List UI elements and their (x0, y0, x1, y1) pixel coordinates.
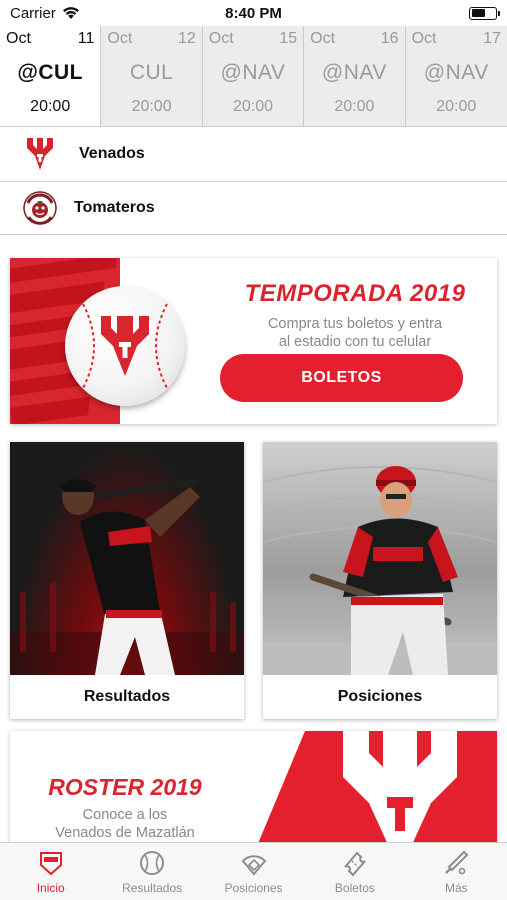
baseball-icon (140, 851, 165, 875)
tab-inicio[interactable]: Inicio (0, 843, 101, 900)
baseball-logo-icon (65, 286, 185, 406)
game-card[interactable]: Oct 16 @NAV 20:00 (304, 26, 406, 126)
field-icon (241, 855, 266, 876)
game-opponent: @CUL (17, 61, 84, 84)
game-month: Oct (310, 30, 336, 47)
promo-subtitle: Compra tus boletos y entra al estadio co… (220, 315, 490, 351)
game-time: 20:00 (334, 98, 375, 115)
player-in-uniform-photo (263, 442, 497, 675)
results-card[interactable]: Resultados (10, 442, 244, 719)
tab-mas[interactable]: Más (406, 843, 507, 900)
game-opponent: CUL (129, 61, 174, 84)
roster-subtitle-line1: Conoce a los (82, 807, 168, 823)
game-time: 20:00 (232, 98, 273, 115)
venados-logo-icon (343, 731, 457, 846)
roster-subtitle-line2: Venados de Mazatlán (55, 825, 195, 841)
roster-banner[interactable]: ROSTER 2019 Conoce a los Venados de Maza… (10, 731, 497, 846)
game-day: 15 (279, 30, 298, 47)
game-month: Oct (107, 30, 133, 47)
ticket-icon (344, 851, 366, 877)
wifi-icon (62, 7, 79, 19)
roster-title: ROSTER 2019 (48, 774, 202, 800)
game-day: 11 (77, 30, 95, 47)
tab-label: Inicio (36, 881, 65, 895)
card-caption: Posiciones (337, 688, 423, 705)
battery-icon (469, 6, 500, 20)
game-card[interactable]: Oct 12 CUL 20:00 (101, 26, 203, 126)
tab-boletos[interactable]: Boletos (304, 843, 405, 900)
carrier-label: Carrier (10, 4, 56, 22)
standings-card[interactable]: Posiciones (263, 442, 497, 719)
tab-label: Resultados (122, 881, 183, 895)
game-time: 20:00 (30, 98, 71, 115)
game-opponent: @NAV (423, 61, 489, 84)
tab-label: Boletos (334, 881, 375, 895)
game-time: 20:00 (436, 98, 477, 115)
roster-subtitle: Conoce a los Venados de Mazatlán (30, 806, 220, 842)
game-card[interactable]: Oct 11 @CUL 20:00 (0, 26, 102, 126)
game-card[interactable]: Oct 15 @NAV 20:00 (202, 26, 305, 126)
schedule-strip: Oct 11 @CUL 20:00 Oct 12 CUL 20:00 Oct 15 @… (0, 26, 507, 127)
tab-bar: Inicio Resultados Posiciones Boletos Más (0, 842, 507, 900)
team-name: Venados (79, 145, 145, 162)
tab-resultados[interactable]: Resultados (101, 843, 202, 900)
tab-label: Posiciones (224, 881, 283, 895)
game-opponent: @NAV (321, 61, 387, 84)
game-month: Oct (6, 30, 31, 47)
status-bar: Carrier 8:40 PM (0, 0, 507, 26)
tab-label: Más (444, 881, 468, 895)
game-day: 12 (177, 30, 196, 47)
carrier-group: Carrier (10, 5, 80, 22)
team-name: Tomateros (74, 199, 155, 216)
game-card[interactable]: Oct 17 @NAV 20:00 (405, 26, 507, 126)
venados-logo-icon (27, 138, 53, 170)
promo-subtitle-line2: al estadio con tu celular (278, 334, 432, 350)
player-batting-photo (10, 442, 244, 675)
tab-posiciones[interactable]: Posiciones (203, 843, 304, 900)
team-row-venados[interactable]: Venados (0, 127, 507, 182)
game-month: Oct (411, 30, 437, 47)
game-day: 16 (380, 30, 399, 47)
promo-subtitle-line1: Compra tus boletos y entra (267, 316, 443, 332)
tomateros-logo-icon (23, 191, 57, 225)
tickets-button[interactable]: BOLETOS (220, 354, 463, 402)
promo-title: TEMPORADA 2019 (244, 280, 466, 307)
home-base-icon (39, 852, 62, 876)
game-day: 17 (483, 30, 501, 47)
game-time: 20:00 (131, 98, 172, 115)
season-promo-banner[interactable]: TEMPORADA 2019 Compra tus boletos y entr… (10, 258, 497, 424)
card-caption: Resultados (83, 688, 171, 705)
team-row-tomateros[interactable]: Tomateros (0, 182, 507, 235)
bat-icon (445, 850, 469, 875)
game-opponent: @NAV (220, 61, 286, 84)
game-month: Oct (208, 30, 234, 47)
